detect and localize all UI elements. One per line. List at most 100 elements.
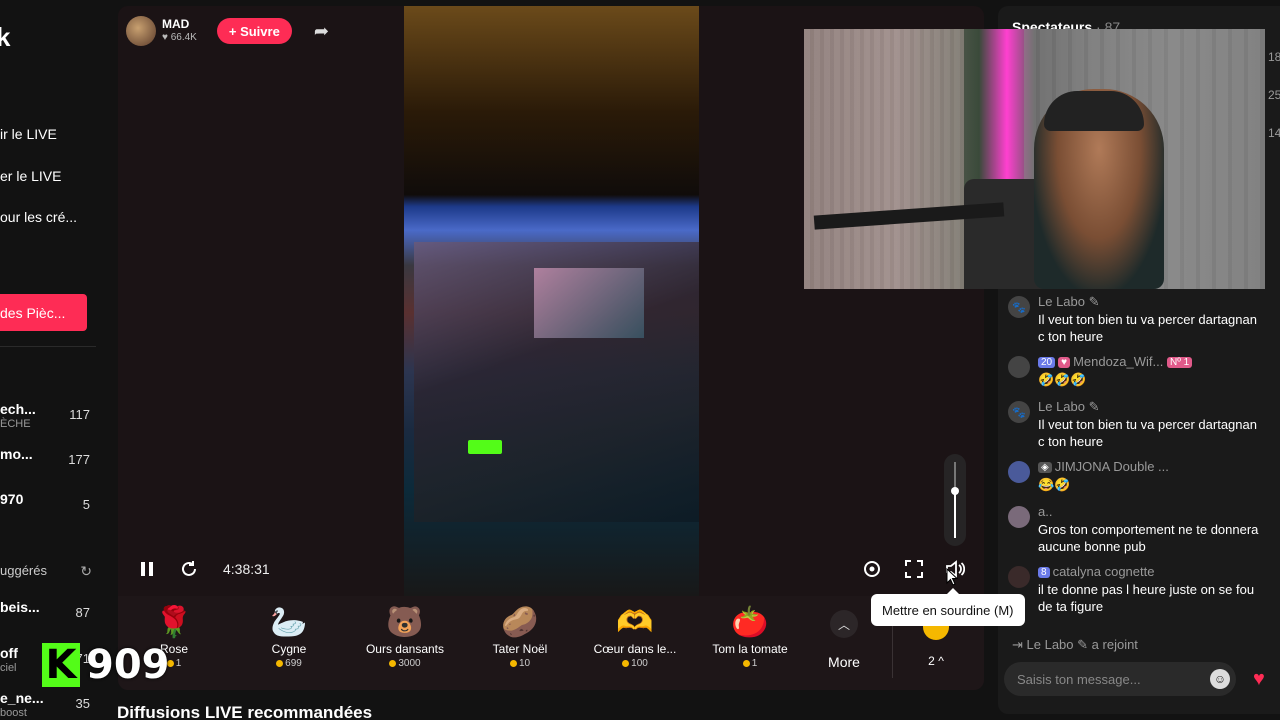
volume-slider[interactable] xyxy=(944,454,966,546)
gift-item[interactable]: 🥔 Tater Noël 10 xyxy=(470,604,570,669)
avatar[interactable] xyxy=(1008,566,1030,588)
fullscreen-icon xyxy=(905,560,923,578)
followed-account[interactable]: 970 5 xyxy=(0,491,96,523)
chevron-up-icon: ^ xyxy=(934,654,944,668)
coin-icon xyxy=(509,659,517,667)
suggested-header: uggérés ↻ xyxy=(0,563,96,580)
account-name: off xyxy=(0,645,18,661)
pencil-icon: ✎ xyxy=(1088,294,1100,309)
gift-price-value: 1 xyxy=(751,658,758,669)
viewer-count: 35 xyxy=(75,696,90,711)
level-badge-value: 20 xyxy=(1041,357,1053,368)
emoji-icon[interactable]: ☺ xyxy=(1210,669,1230,689)
suggested-account[interactable]: beis... 87 xyxy=(0,599,96,631)
viewer-count: 117 xyxy=(69,407,90,422)
host-avatar[interactable] xyxy=(126,16,156,46)
elapsed-time: 4:38:31 xyxy=(223,561,270,577)
pause-button[interactable] xyxy=(136,558,158,580)
tiktok-live-page: k ir le LIVE er le LIVE our les cré... d… xyxy=(0,0,1280,720)
nav-item-watch-live[interactable]: ir le LIVE xyxy=(0,126,57,142)
volume-knob[interactable] xyxy=(951,487,959,495)
more-gifts-button[interactable]: More xyxy=(818,654,870,670)
coin-icon xyxy=(389,659,397,667)
cam-person-hair xyxy=(1044,91,1144,131)
sidebar-divider xyxy=(0,346,96,347)
level-badge: 8 xyxy=(1038,567,1050,578)
chat-text: Il veut ton bien tu va percer dartagnan … xyxy=(1038,417,1257,449)
gift-name: Ours dansants xyxy=(365,642,445,656)
chat-username[interactable]: ◈ JIMJONA Double ... xyxy=(1038,459,1169,474)
video-stream xyxy=(404,6,699,596)
gift-price-value: 3000 xyxy=(398,658,421,669)
viewer-count: 87 xyxy=(75,605,90,620)
rank-badge: Nº 1 xyxy=(1167,357,1193,368)
account-name: e_ne... xyxy=(0,690,44,706)
ranking-button[interactable]: 2 ^ xyxy=(908,654,964,668)
volume-fill xyxy=(954,491,956,538)
chat-text: Il veut ton bien tu va percer dartagnan … xyxy=(1038,312,1257,344)
cam-curtain xyxy=(804,29,964,289)
share-icon[interactable]: ➦ xyxy=(314,21,329,42)
chat-username[interactable]: a.. xyxy=(1038,504,1052,519)
gift-item[interactable]: 🍅 Tom la tomate 1 xyxy=(700,604,800,669)
suggested-account[interactable]: e_ne... boost 35 xyxy=(0,690,96,720)
level-badge: 20 xyxy=(1038,357,1056,368)
chat-text: Gros ton comportement ne te donnera aucu… xyxy=(1038,522,1259,554)
avatar[interactable] xyxy=(1008,506,1030,528)
chat-input[interactable]: Saisis ton message... ☺ xyxy=(1004,662,1236,696)
follow-button[interactable]: + Suivre xyxy=(216,18,292,44)
coin-icon xyxy=(742,659,750,667)
chat-username[interactable]: Le Labo ✎ xyxy=(1038,399,1100,415)
avatar[interactable]: 🐾 xyxy=(1008,296,1030,318)
heart-badge-icon: ♥ xyxy=(1058,357,1071,368)
chat-username[interactable]: 8 catalyna cognette xyxy=(1038,564,1154,579)
nav-item-go-live[interactable]: er le LIVE xyxy=(0,168,61,184)
host-info: MAD ♥ 66.4K xyxy=(162,18,197,44)
like-heart-icon[interactable]: ♥ xyxy=(1253,668,1265,691)
chat-username-text: JIMJONA xyxy=(1054,459,1110,474)
coin-icon xyxy=(622,659,630,667)
account-subtitle: boost xyxy=(0,707,27,719)
gift-name: Tater Noël xyxy=(492,642,548,656)
followed-account[interactable]: mo... 177 xyxy=(0,446,96,478)
chat-text: il te donne pas l heure juste on se fou … xyxy=(1038,582,1255,614)
gift-price: 10 xyxy=(470,658,570,669)
pencil-icon: ✎ xyxy=(1077,637,1089,652)
gift-item[interactable]: 🐻 Ours dansants 3000 xyxy=(355,604,455,669)
more-gifts-chevron-up-icon[interactable]: ︿ xyxy=(830,610,858,638)
get-coins-button[interactable]: des Pièc... xyxy=(0,294,87,331)
heart-hands-icon: 🫶 xyxy=(616,606,654,639)
kick-watermark-number: 909 xyxy=(86,642,170,688)
chat-username[interactable]: Le Labo ✎ xyxy=(1038,294,1100,310)
chat-username-text: Mendoza_Wif... xyxy=(1073,354,1164,369)
gift-price-value: 1 xyxy=(175,658,182,669)
viewer-count: 177 xyxy=(68,452,90,467)
host-likes-count: 66.4K xyxy=(170,32,197,43)
logo[interactable]: k xyxy=(0,22,10,53)
chat-username-text: Le Labo xyxy=(1038,294,1085,309)
webcam-overlay xyxy=(804,29,1265,289)
nav-item-creators[interactable]: our les cré... xyxy=(0,209,77,225)
refresh-icon[interactable]: ↻ xyxy=(80,563,92,580)
host-name[interactable]: MAD xyxy=(162,18,197,31)
fullscreen-button[interactable] xyxy=(903,558,925,580)
avatar[interactable]: 🐾 xyxy=(1008,401,1030,423)
host-bar: MAD ♥ 66.4K + Suivre ➦ xyxy=(126,16,329,46)
avatar[interactable] xyxy=(1008,356,1030,378)
account-subtitle: ciel xyxy=(0,662,17,674)
settings-button[interactable] xyxy=(861,558,883,580)
followed-account[interactable]: ech... ÈCHE 117 xyxy=(0,401,96,433)
avatar[interactable] xyxy=(1008,461,1030,483)
joined-text: a rejoint xyxy=(1091,637,1138,652)
side-number: 25 xyxy=(1268,88,1280,102)
video-green-button xyxy=(468,440,502,454)
gift-price: 699 xyxy=(239,658,339,669)
gift-bar: 🌹 Rose 1 🦢 Cygne 699 🐻 Ours dansants 300… xyxy=(118,596,984,690)
reload-button[interactable] xyxy=(178,558,200,580)
chat-username[interactable]: 20 ♥ Mendoza_Wif... Nº 1 xyxy=(1038,354,1195,369)
gift-item[interactable]: 🦢 Cygne 699 xyxy=(239,604,339,669)
gift-item[interactable]: 🫶 Cœur dans le... 100 xyxy=(585,604,685,669)
rose-icon: 🌹 xyxy=(155,606,193,639)
kick-watermark: K 909 xyxy=(42,642,170,688)
gift-price: 1 xyxy=(700,658,800,669)
